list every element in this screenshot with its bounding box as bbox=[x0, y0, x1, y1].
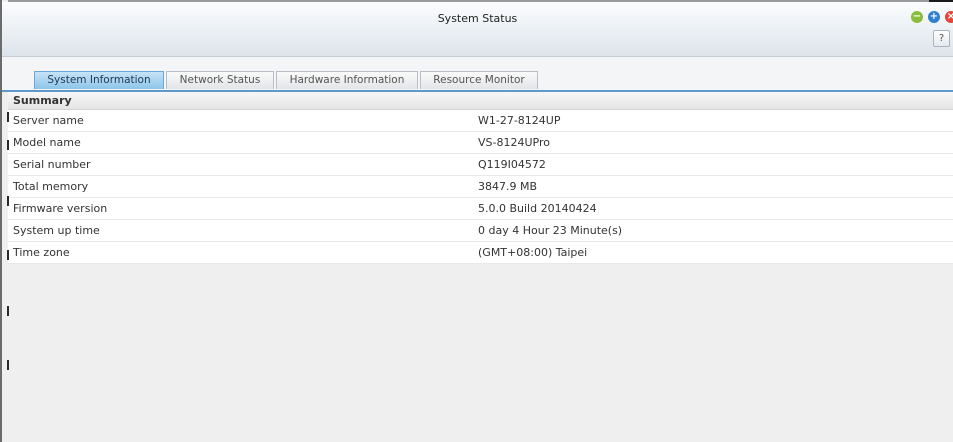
edge-marker bbox=[7, 140, 9, 150]
maximize-icon[interactable]: + bbox=[928, 11, 940, 23]
edge-marker bbox=[7, 306, 9, 316]
row-label: Firmware version bbox=[13, 202, 108, 215]
tab-resource-monitor[interactable]: Resource Monitor bbox=[420, 71, 538, 89]
table-row: Server name W1-27-8124UP bbox=[8, 110, 953, 132]
edge-marker bbox=[7, 196, 9, 206]
table-row: Model name VS-8124UPro bbox=[8, 132, 953, 154]
help-button[interactable]: ? bbox=[933, 30, 950, 47]
edge-marker bbox=[7, 112, 9, 122]
tab-system-information[interactable]: System Information bbox=[34, 71, 164, 89]
row-value: (GMT+08:00) Taipei bbox=[478, 246, 588, 259]
row-label: Time zone bbox=[13, 246, 70, 259]
minimize-icon[interactable]: − bbox=[911, 11, 923, 23]
row-value: VS-8124UPro bbox=[478, 136, 550, 149]
table-row: System up time 0 day 4 Hour 23 Minute(s) bbox=[8, 220, 953, 242]
edge-marker bbox=[7, 250, 9, 260]
titlebar: System Status − + × ? bbox=[2, 2, 953, 57]
table-row: Time zone (GMT+08:00) Taipei bbox=[8, 242, 953, 264]
row-value: 5.0.0 Build 20140424 bbox=[478, 202, 597, 215]
tab-strip: System Information Network Status Hardwa… bbox=[2, 57, 953, 92]
row-label: Total memory bbox=[13, 180, 89, 193]
tab-hardware-information[interactable]: Hardware Information bbox=[276, 71, 418, 89]
system-status-window: System Status − + × ? System Information… bbox=[0, 0, 953, 442]
row-label: Model name bbox=[13, 136, 81, 149]
summary-table: Summary Server name W1-27-8124UP Model n… bbox=[8, 92, 953, 264]
table-row: Firmware version 5.0.0 Build 20140424 bbox=[8, 198, 953, 220]
empty-content-area bbox=[8, 265, 953, 442]
row-value: W1-27-8124UP bbox=[478, 114, 561, 127]
row-label: Serial number bbox=[13, 158, 91, 171]
edge-marker bbox=[7, 360, 9, 370]
table-row: Total memory 3847.9 MB bbox=[8, 176, 953, 198]
row-label: Server name bbox=[13, 114, 84, 127]
tab-network-status[interactable]: Network Status bbox=[166, 71, 274, 89]
row-value: Q119I04572 bbox=[478, 158, 546, 171]
row-label: System up time bbox=[13, 224, 100, 237]
window-title: System Status bbox=[437, 12, 518, 25]
row-value: 0 day 4 Hour 23 Minute(s) bbox=[478, 224, 623, 237]
row-value: 3847.9 MB bbox=[478, 180, 538, 193]
table-row: Serial number Q119I04572 bbox=[8, 154, 953, 176]
close-icon[interactable]: × bbox=[945, 11, 953, 23]
summary-header: Summary bbox=[8, 92, 953, 110]
